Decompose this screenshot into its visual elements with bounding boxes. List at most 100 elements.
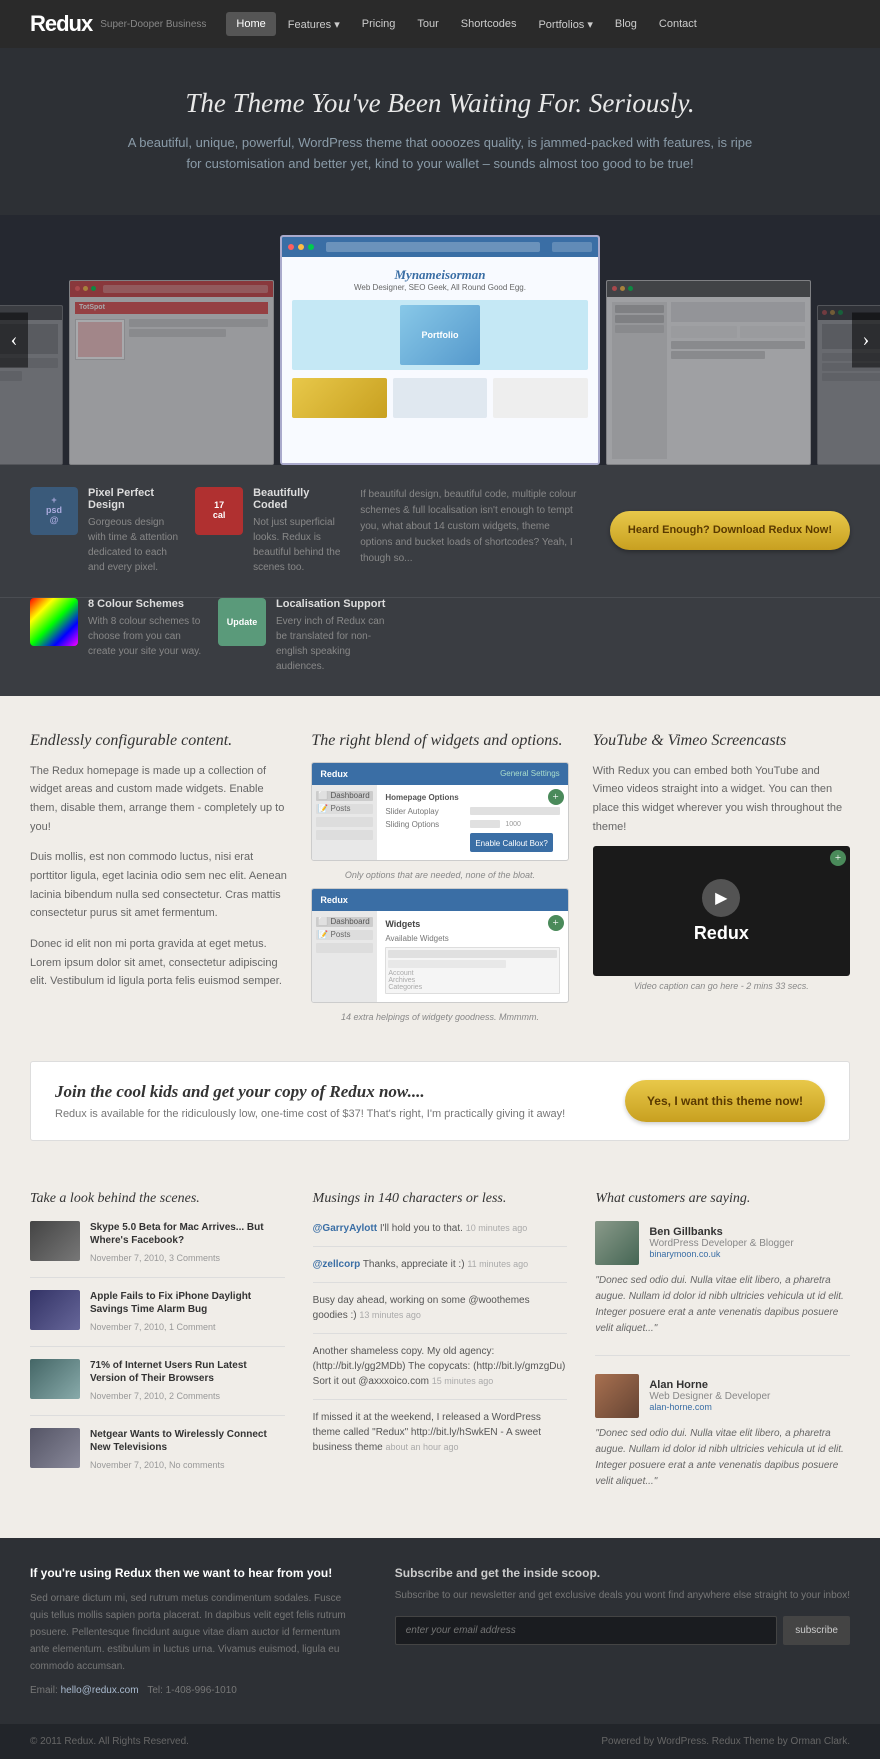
cta-button-area: Heard Enough? Download Redux Now! [610, 487, 850, 575]
blog-post-title-3[interactable]: 71% of Internet Users Run Latest Version… [90, 1359, 285, 1385]
widgets-title: The right blend of widgets and options. [311, 732, 568, 750]
play-button[interactable]: ▶ [702, 879, 740, 917]
subscribe-text: Subscribe to our newsletter and get excl… [395, 1588, 850, 1604]
blog-post-1: Skype 5.0 Beta for Mac Arrives... But Wh… [30, 1221, 285, 1278]
slide-right [606, 280, 811, 465]
subscribe-input[interactable] [395, 1616, 777, 1645]
slide-main: Mynameisorman Web Designer, SEO Geek, Al… [280, 235, 600, 465]
testimonial-site-1[interactable]: binarymoon.co.uk [649, 1249, 793, 1259]
logo-subtitle: Super-Dooper Business [100, 19, 206, 30]
testimonials-title: What customers are saying. [595, 1191, 850, 1207]
feature-text-1: Gorgeous design with time & attention de… [88, 515, 179, 575]
footer-credit: Powered by WordPress. Redux Theme by Orm… [601, 1736, 850, 1747]
join-title: Join the cool kids and get your copy of … [55, 1082, 565, 1102]
slider-section: ‹ › [0, 215, 880, 465]
nav-item-portfolios[interactable]: Portfolios ▾ [528, 12, 602, 37]
widget-screenshot-1: Redux General Settings ⬜ Dashboard 📝 Pos… [311, 762, 568, 861]
blog-post-2: Apple Fails to Fix iPhone Daylight Savin… [30, 1290, 285, 1347]
blog-post-title-4[interactable]: Netgear Wants to Wirelessly Connect New … [90, 1428, 285, 1454]
configurable-p3: Donec id elit non mi porta gravida at eg… [30, 935, 287, 991]
widgets-caption-1: Only options that are needed, none of th… [311, 867, 568, 888]
slider-arrow-left[interactable]: ‹ [0, 312, 28, 367]
widget-plus-2[interactable]: + [548, 915, 564, 931]
footer-contact-text: Sed ornare dictum mi, sed rutrum metus c… [30, 1590, 355, 1675]
blog-post-title-2[interactable]: Apple Fails to Fix iPhone Daylight Savin… [90, 1290, 285, 1316]
features-strip-2: 8 Colour Schemes With 8 colour schemes t… [0, 597, 880, 696]
tweets-title: Musings in 140 characters or less. [313, 1191, 568, 1207]
navigation: Redux Super-Dooper Business Home Feature… [0, 0, 880, 48]
blog-post-title-1[interactable]: Skype 5.0 Beta for Mac Arrives... But Wh… [90, 1221, 285, 1247]
tweet-4: Another shameless copy. My old agency: (… [313, 1344, 568, 1400]
configurable-p1: The Redux homepage is made up a collecti… [30, 762, 287, 837]
download-cta-button[interactable]: Heard Enough? Download Redux Now! [610, 511, 850, 550]
widget-plus-1[interactable]: + [548, 789, 564, 805]
tweet-handle-1[interactable]: @GarryAylott [313, 1223, 377, 1234]
blog-post-3: 71% of Internet Users Run Latest Version… [30, 1359, 285, 1416]
blog-post-meta-2: November 7, 2010, 1 Comment [90, 1322, 216, 1332]
video-text: With Redux you can embed both YouTube an… [593, 762, 850, 837]
feature-text-2: Not just superficial looks. Redux is bea… [253, 515, 344, 575]
video-placeholder[interactable]: + ▶ Redux [593, 846, 850, 976]
features-long-text: If beautiful design, beautiful code, mul… [360, 487, 584, 567]
nav-item-blog[interactable]: Blog [605, 12, 647, 36]
feature-item-code: 17cal Beautifully Coded Not just superfi… [195, 487, 344, 575]
slider-arrow-right[interactable]: › [852, 312, 880, 367]
feature-title-2: Beautifully Coded [253, 487, 344, 511]
feature-title-4: Localisation Support [276, 598, 390, 610]
col-widgets: The right blend of widgets and options. … [311, 732, 568, 1025]
feature-cta-area: If beautiful design, beautiful code, mul… [360, 487, 594, 575]
logo: Redux [30, 11, 92, 37]
feature-icon-update: Update [218, 598, 266, 646]
blog-column: Take a look behind the scenes. Skype 5.0… [30, 1191, 285, 1508]
video-plus[interactable]: + [830, 850, 846, 866]
join-band: Join the cool kids and get your copy of … [30, 1061, 850, 1141]
main-content: Endlessly configurable content. The Redu… [0, 696, 880, 1061]
footer-email[interactable]: hello@redux.com [61, 1685, 139, 1696]
blog-title: Take a look behind the scenes. [30, 1191, 285, 1207]
footer-contact-title: If you're using Redux then we want to he… [30, 1566, 355, 1580]
blog-thumb-4 [30, 1428, 80, 1468]
nav-item-features[interactable]: Features ▾ [278, 12, 350, 37]
nav-item-contact[interactable]: Contact [649, 12, 707, 36]
screen-name: Mynameisorman [292, 267, 588, 283]
email-label: Email: [30, 1685, 58, 1696]
join-subtext: Redux is available for the ridiculously … [55, 1108, 565, 1120]
nav-items: Home Features ▾ Pricing Tour Shortcodes … [226, 12, 706, 37]
avatar-1 [595, 1221, 639, 1265]
tweet-3: Busy day ahead, working on some @woothem… [313, 1293, 568, 1334]
slider-track: TotSpot [0, 225, 880, 465]
col-configurable: Endlessly configurable content. The Redu… [30, 732, 287, 1025]
footer-subscribe: Subscribe and get the inside scoop. Subs… [395, 1566, 850, 1696]
tweet-5: If missed it at the weekend, I released … [313, 1410, 568, 1455]
feature-text-4: Every inch of Redux can be translated fo… [276, 614, 390, 674]
video-caption: Video caption can go here - 2 mins 33 se… [593, 981, 850, 991]
footer-copyright: © 2011 Redux. All Rights Reserved. [30, 1736, 189, 1747]
testimonial-1: Ben Gillbanks WordPress Developer & Blog… [595, 1221, 850, 1356]
footer-bottom: © 2011 Redux. All Rights Reserved. Power… [0, 1724, 880, 1759]
hero-title: The Theme You've Been Waiting For. Serio… [60, 88, 820, 119]
testimonial-site-2[interactable]: alan-horne.com [649, 1402, 770, 1412]
testimonial-role-1: WordPress Developer & Blogger [649, 1238, 793, 1249]
blog-post-meta-4: November 7, 2010, No comments [90, 1460, 225, 1470]
tweets-column: Musings in 140 characters or less. @Garr… [313, 1191, 568, 1508]
blog-thumb-2 [30, 1290, 80, 1330]
hero-section: The Theme You've Been Waiting For. Serio… [0, 48, 880, 215]
nav-item-tour[interactable]: Tour [407, 12, 448, 36]
testimonial-quote-2: "Donec sed odio dui. Nulla vitae elit li… [595, 1426, 850, 1490]
tweet-1: @GarryAylott I'll hold you to that. 10 m… [313, 1221, 568, 1247]
nav-item-pricing[interactable]: Pricing [352, 12, 406, 36]
feature-icon-code: 17cal [195, 487, 243, 535]
configurable-title: Endlessly configurable content. [30, 732, 287, 750]
widget-screenshot-2: Redux ⬜ Dashboard 📝 Posts Widgets Availa… [311, 888, 568, 1003]
nav-item-home[interactable]: Home [226, 12, 275, 36]
tweet-handle-2[interactable]: @zellcorp [313, 1259, 361, 1270]
subscribe-button[interactable]: subscribe [783, 1616, 850, 1645]
footer: If you're using Redux then we want to he… [0, 1538, 880, 1724]
video-title: YouTube & Vimeo Screencasts [593, 732, 850, 750]
feature-text-3: With 8 colour schemes to choose from you… [88, 614, 202, 659]
testimonial-2: Alan Horne Web Designer & Developer alan… [595, 1374, 850, 1490]
nav-item-shortcodes[interactable]: Shortcodes [451, 12, 527, 36]
join-button[interactable]: Yes, I want this theme now! [625, 1080, 825, 1122]
testimonial-name-1: Ben Gillbanks [649, 1226, 793, 1238]
testimonial-role-2: Web Designer & Developer [649, 1391, 770, 1402]
